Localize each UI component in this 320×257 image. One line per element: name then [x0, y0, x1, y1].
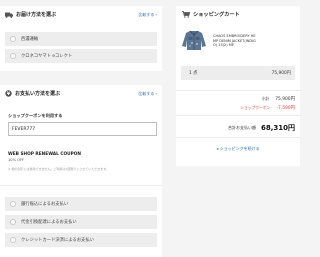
- delivery-title-text: お届け方法を選ぶ: [16, 12, 57, 18]
- coupon-note: ※ 他の割引とは併用できません。ご利用は1回限りとさせていただきます。: [8, 167, 109, 171]
- coupon-discount: 10% OFF: [8, 158, 25, 162]
- quantity-value[interactable]: 1 点: [181, 70, 197, 76]
- payment-compare-link[interactable]: 比較する ›: [138, 91, 157, 97]
- cart-section: ショッピングカート CHAOS EMBROIDERY HE MP DENIM J…: [176, 6, 300, 166]
- delivery-option-label: クロネコヤマト eコレクト: [21, 54, 73, 59]
- payment-section: ¥ お支払い方法を選ぶ 比較する › ショップクーポンを利用する FEVER77…: [0, 85, 162, 257]
- payment-option-label: クレジットカード決済によるお支払い: [21, 238, 94, 243]
- delivery-compare-label: 比較する: [138, 11, 155, 17]
- truck-icon: [5, 12, 13, 18]
- product-image[interactable]: [181, 29, 207, 51]
- payment-option-label: 銀行振込によるお支払い: [21, 202, 69, 207]
- delivery-option-label: 西濃運輸: [21, 37, 39, 42]
- delivery-compare-link[interactable]: 比較する ›: [138, 12, 157, 18]
- coin-icon: ¥: [5, 90, 12, 97]
- continue-shopping-link[interactable]: ◂ ショッピングを続ける: [176, 146, 300, 152]
- subtotal-value: 75,900円: [275, 97, 295, 102]
- payment-compare-label: 比較する: [138, 90, 155, 96]
- delivery-title: お届け方法を選ぶ: [5, 11, 56, 18]
- product-name-line: O) 15(2) ME: [213, 43, 234, 48]
- chevron-right-icon: ›: [155, 91, 157, 96]
- coupon-name: WEB SHOP RENEWAL COUPON: [8, 152, 82, 157]
- subtotal-row: 小計 75,900円: [182, 96, 295, 102]
- radio-button[interactable]: [10, 219, 16, 225]
- coupon-code-value: FEVER777: [12, 126, 36, 132]
- divider: [176, 90, 300, 91]
- radio-button[interactable]: [10, 201, 16, 207]
- radio-button[interactable]: [10, 53, 16, 59]
- product-name[interactable]: CHAOS EMBROIDERY HE MP DENIM JACKET(INDI…: [213, 34, 297, 48]
- coupon-discount-value: -7,590円: [276, 106, 295, 111]
- quantity-row: 1 点 75,900円: [181, 66, 295, 80]
- item-price: 75,900円: [271, 71, 291, 76]
- divider: [176, 115, 300, 116]
- chevron-right-icon: ›: [155, 12, 157, 17]
- total-value: 68,310円: [260, 124, 295, 132]
- radio-button[interactable]: [10, 36, 16, 42]
- coupon-code-input[interactable]: FEVER777: [8, 122, 157, 136]
- coupon-discount-label: ショップクーポン: [240, 105, 271, 110]
- coupon-field-label: ショップクーポンを利用する: [8, 113, 63, 118]
- delivery-section: お届け方法を選ぶ 比較する › 西濃運輸 クロネコヤマト eコレクト: [0, 6, 162, 71]
- cart-icon: [182, 11, 190, 18]
- divider: [0, 185, 162, 186]
- denim-jacket-image: [182, 30, 206, 50]
- cart-title-text: ショッピングカート: [193, 12, 240, 18]
- payment-option-label: 代金引換配達によるお支払い: [21, 220, 77, 225]
- radio-button[interactable]: [10, 237, 16, 243]
- payment-title: ¥ お支払い方法を選ぶ: [5, 90, 60, 97]
- payment-title-text: お支払い方法を選ぶ: [15, 91, 61, 97]
- total-label: 合計お支払い額: [227, 125, 256, 130]
- delivery-option-yamato[interactable]: クロネコヤマト eコレクト: [5, 49, 157, 63]
- total-row: 合計お支払い額 68,310円: [182, 123, 295, 133]
- coupon-discount-row: ショップクーポン -7,590円: [182, 105, 295, 111]
- delivery-option-seino[interactable]: 西濃運輸: [5, 32, 157, 46]
- subtotal-label: 小計: [261, 96, 270, 101]
- cart-title: ショッピングカート: [182, 11, 240, 18]
- divider: [176, 137, 300, 138]
- payment-option-cod[interactable]: 代金引換配達によるお支払い: [5, 215, 157, 229]
- payment-option-credit-card[interactable]: クレジットカード決済によるお支払い: [5, 233, 157, 247]
- payment-option-bank[interactable]: 銀行振込によるお支払い: [5, 197, 157, 211]
